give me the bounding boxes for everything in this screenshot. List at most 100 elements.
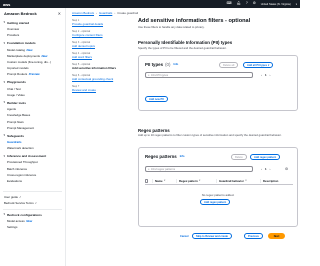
- page-number[interactable]: 1: [265, 167, 267, 171]
- sidebar-item-image-video[interactable]: Image / Video: [0, 92, 65, 98]
- sidebar-section-safeguards: ▼ Safeguards Guardrails Watermark detecti…: [0, 132, 65, 151]
- external-link-icon: ↗: [34, 202, 37, 206]
- pii-section-title: Personally Identifiable Information (PII…: [138, 40, 233, 45]
- help-icon[interactable]: ?: [246, 1, 248, 5]
- pii-types-panel: PII types (0) Info Delete all Add all PI…: [138, 55, 298, 111]
- chevron-right-icon: ›: [114, 11, 116, 15]
- sidebar-group-label: Playgrounds: [7, 80, 26, 85]
- wizard-step-4: Step 4 - optional Add word filters: [72, 52, 130, 59]
- topbar-actions: ⌨ 🔔︎ ? ⚙ United States (N. Virginia) ▾: [227, 1, 297, 6]
- sidebar-group-label: Builder tools: [7, 100, 26, 105]
- sidebar-title[interactable]: Amazon Bedrock: [4, 11, 37, 16]
- sidebar-group-builder-tools[interactable]: ▼ Builder tools: [0, 99, 65, 106]
- caret-down-icon: ▼: [3, 101, 6, 105]
- aws-logo[interactable]: aws: [3, 2, 10, 7]
- page-title: Add sensitive information filters - opti…: [138, 18, 251, 24]
- column-header-regex-pattern[interactable]: Regex pattern ▼: [177, 179, 217, 183]
- sidebar-item-watermark-detection[interactable]: Watermark detection: [0, 145, 65, 151]
- regex-panel-title: Regex patterns: [145, 154, 177, 159]
- step-link[interactable]: Add contextual grounding check: [72, 77, 130, 81]
- add-regex-pattern-button[interactable]: Add regex pattern: [250, 154, 281, 160]
- delete-all-pii-button[interactable]: Delete all: [219, 62, 239, 68]
- sidebar-group-config[interactable]: ▼ Bedrock configurations: [0, 212, 65, 219]
- regex-empty-state-text: No regex patterns added.: [201, 193, 235, 197]
- sort-caret-icon: ▼: [163, 180, 166, 182]
- column-label: Name: [155, 179, 163, 183]
- pii-count: (0): [165, 62, 171, 67]
- delete-regex-button[interactable]: Delete: [231, 154, 247, 160]
- cancel-button[interactable]: Cancel: [177, 233, 192, 239]
- sidebar-section-builder-tools: ▼ Builder tools Agents Knowledge Bases Pr…: [0, 99, 65, 130]
- wizard-step-5: Step 5 - optional Add sensitive informati…: [72, 63, 130, 70]
- page-description: Use these filters to handle any data rel…: [138, 25, 205, 30]
- caret-down-icon: ▼: [3, 154, 6, 158]
- sidebar-group-label: Inference and Assessment: [7, 154, 47, 159]
- sidebar-link-label: User guide: [4, 195, 18, 200]
- column-header-guardrail-behavior[interactable]: Guardrail behavior ▼: [217, 179, 261, 183]
- sidebar-section-inference: ▼ Inference and Assessment Provisioned Th…: [0, 153, 65, 184]
- cloudshell-icon[interactable]: ⌨: [227, 1, 232, 5]
- sidebar-group-label: Bedrock configurations: [7, 212, 42, 217]
- skip-to-review-button[interactable]: Skip to Review and create: [192, 233, 233, 239]
- add-all-pii-types-button[interactable]: Add all PII types ▾: [243, 62, 274, 68]
- regex-info-link[interactable]: Info: [180, 155, 185, 158]
- search-icon: ⌕: [148, 167, 150, 171]
- step-link[interactable]: Configure content filters: [72, 33, 130, 37]
- caret-down-icon: ▼: [3, 213, 6, 217]
- page-number[interactable]: 1: [265, 73, 267, 77]
- breadcrumb-link-guardrails[interactable]: Guardrails: [99, 11, 112, 15]
- close-sidebar-icon[interactable]: ✕: [58, 11, 61, 16]
- region-selector[interactable]: United States (N. Virginia): [261, 3, 291, 6]
- sidebar-group-getting-started[interactable]: ▼ Getting started: [0, 20, 65, 27]
- regex-search-input-wrapper: ⌕: [145, 166, 253, 172]
- select-all-checkbox[interactable]: [145, 179, 149, 183]
- notifications-icon[interactable]: 🔔︎: [237, 1, 241, 5]
- sidebar-divider: [3, 191, 62, 193]
- next-button[interactable]: Next: [268, 233, 285, 239]
- sidebar-item-providers[interactable]: Providers: [0, 32, 65, 38]
- column-header-name[interactable]: Name ▼: [153, 179, 177, 183]
- add-new-pii-button[interactable]: Add new PII: [145, 96, 168, 102]
- pii-info-link[interactable]: Info: [173, 63, 178, 66]
- sidebar-link-label: Bedrock Service Terms: [4, 201, 34, 206]
- column-header-description[interactable]: Description: [261, 179, 293, 183]
- sidebar-item-evaluations[interactable]: Evaluations: [0, 178, 65, 184]
- pii-panel-header: PII types (0) Info: [145, 62, 178, 67]
- sidebar-group-foundation-models[interactable]: ▼ Foundation models: [0, 40, 65, 47]
- step-link[interactable]: Provide guardrail details: [72, 22, 130, 26]
- pii-panel-title: PII types: [145, 62, 164, 67]
- regex-panel-header: Regex patterns Info: [145, 154, 185, 159]
- chevron-right-icon[interactable]: ›: [270, 167, 271, 171]
- new-badge: New: [26, 47, 33, 52]
- empty-add-regex-button[interactable]: Add regex pattern: [200, 199, 231, 205]
- sidebar-group-inference[interactable]: ▼ Inference and Assessment: [0, 153, 65, 160]
- sidebar-section-foundation-models: ▼ Foundation models Model catalog New Mark…: [0, 40, 65, 78]
- chevron-left-icon[interactable]: ‹: [261, 73, 262, 77]
- breadcrumb-link-bedrock[interactable]: Amazon Bedrock: [72, 11, 94, 15]
- regex-pagination: ‹ 1 ›: [261, 167, 270, 171]
- sidebar-link-service-terms[interactable]: Bedrock Service Terms↗: [0, 200, 65, 206]
- sidebar-group-safeguards[interactable]: ▼ Safeguards: [0, 132, 65, 139]
- sidebar: Amazon Bedrock ✕ ▼ Getting started Overvi…: [0, 8, 66, 266]
- chevron-left-icon[interactable]: ‹: [261, 167, 262, 171]
- sidebar-item-prompt-management[interactable]: Prompt Management: [0, 125, 65, 131]
- previous-button[interactable]: Previous: [244, 233, 263, 239]
- sidebar-item-label: Model catalog: [7, 47, 25, 52]
- column-label: Description: [263, 179, 279, 183]
- settings-icon[interactable]: ⚙: [253, 1, 256, 5]
- regex-search-input[interactable]: [151, 167, 250, 171]
- sidebar-group-playgrounds[interactable]: ▼ Playgrounds: [0, 79, 65, 86]
- sidebar-group-label: Getting started: [7, 20, 30, 25]
- table-settings-gear-icon[interactable]: ⚙: [285, 167, 288, 171]
- wizard-steps: Step 1 Provide guardrail details Step 2 -…: [72, 19, 130, 96]
- sidebar-section-getting-started: ▼ Getting started Overview Providers: [0, 20, 65, 39]
- chevron-right-icon[interactable]: ›: [270, 73, 271, 77]
- pii-search-input-wrapper: ⌕: [145, 72, 253, 78]
- step-link[interactable]: Review and create: [72, 88, 130, 92]
- sidebar-item-prompt-routers[interactable]: Prompt Routers Preview: [0, 71, 65, 77]
- account-menu[interactable]: ▾: [296, 3, 297, 6]
- step-link[interactable]: Add denied topics: [72, 44, 130, 48]
- step-link[interactable]: Add word filters: [72, 55, 130, 59]
- sidebar-header: Amazon Bedrock ✕: [0, 8, 65, 18]
- pii-search-input[interactable]: [151, 73, 250, 77]
